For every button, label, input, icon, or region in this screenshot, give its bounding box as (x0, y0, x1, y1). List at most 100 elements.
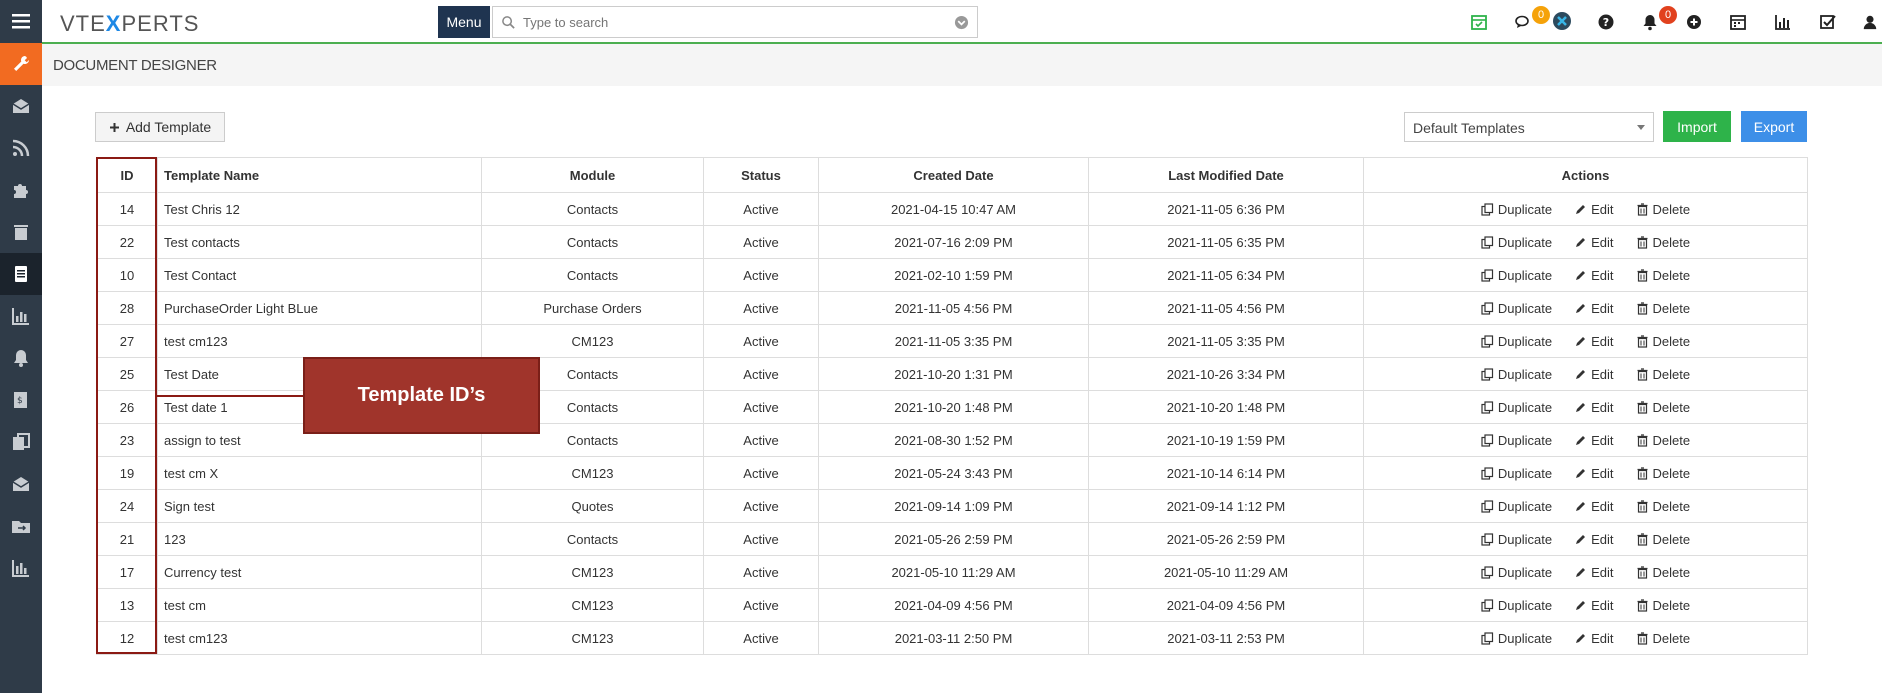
cell-template-name[interactable]: Test contacts (157, 225, 482, 259)
table-row[interactable]: 24 Sign test Quotes Active 2021-09-14 1:… (96, 489, 1808, 523)
cell-template-name[interactable]: test cm123 (157, 621, 482, 655)
table-row[interactable]: 14 Test Chris 12 Contacts Active 2021-04… (96, 192, 1808, 226)
chat-icon[interactable] (1513, 12, 1533, 32)
cell-template-name[interactable]: test cm123 (157, 324, 482, 358)
delete-action[interactable]: Delete (1636, 334, 1690, 349)
app-logo[interactable]: VTEXPERTS (60, 11, 199, 37)
duplicate-action[interactable]: Duplicate (1481, 301, 1552, 316)
duplicate-action[interactable]: Duplicate (1481, 466, 1552, 481)
table-row[interactable]: 19 test cm X CM123 Active 2021-05-24 3:4… (96, 456, 1808, 490)
mail-open-icon[interactable] (0, 85, 42, 127)
delete-action[interactable]: Delete (1636, 466, 1690, 481)
edit-action[interactable]: Edit (1574, 367, 1614, 382)
table-row[interactable]: 21 123 Contacts Active 2021-05-26 2:59 P… (96, 522, 1808, 556)
document-icon[interactable] (0, 253, 42, 295)
edit-action[interactable]: Edit (1574, 532, 1614, 547)
edit-action[interactable]: Edit (1574, 202, 1614, 217)
plus-circle-icon[interactable] (1684, 12, 1704, 32)
table-row[interactable]: 28 PurchaseOrder Light BLue Purchase Ord… (96, 291, 1808, 325)
header-status[interactable]: Status (703, 157, 819, 193)
duplicate-action[interactable]: Duplicate (1481, 235, 1552, 250)
edit-action[interactable]: Edit (1574, 235, 1614, 250)
table-row[interactable]: 12 test cm123 CM123 Active 2021-03-11 2:… (96, 621, 1808, 655)
delete-action[interactable]: Delete (1636, 235, 1690, 250)
template-filter-select[interactable]: Default Templates (1404, 112, 1654, 142)
table-row[interactable]: 22 Test contacts Contacts Active 2021-07… (96, 225, 1808, 259)
edit-action[interactable]: Edit (1574, 565, 1614, 580)
delete-action[interactable]: Delete (1636, 631, 1690, 646)
edit-action[interactable]: Edit (1574, 499, 1614, 514)
bell-icon[interactable] (0, 337, 42, 379)
duplicate-action[interactable]: Duplicate (1481, 499, 1552, 514)
help-icon[interactable]: ? (1596, 12, 1616, 32)
chevron-down-icon[interactable] (954, 15, 969, 30)
header-template-name[interactable]: Template Name (157, 157, 482, 193)
hamburger-menu-icon[interactable] (0, 0, 42, 42)
envelope-icon[interactable] (0, 463, 42, 505)
duplicate-action[interactable]: Duplicate (1481, 598, 1552, 613)
header-last-modified-date[interactable]: Last Modified Date (1088, 157, 1364, 193)
cell-template-name[interactable]: Sign test (157, 489, 482, 523)
delete-action[interactable]: Delete (1636, 301, 1690, 316)
add-template-button[interactable]: Add Template (95, 112, 225, 142)
duplicate-action[interactable]: Duplicate (1481, 532, 1552, 547)
table-row[interactable]: 10 Test Contact Contacts Active 2021-02-… (96, 258, 1808, 292)
vtexperts-x-icon[interactable] (1552, 11, 1572, 31)
delete-action[interactable]: Delete (1636, 367, 1690, 382)
table-row[interactable]: 17 Currency test CM123 Active 2021-05-10… (96, 555, 1808, 589)
puzzle-icon[interactable] (0, 169, 42, 211)
edit-action[interactable]: Edit (1574, 466, 1614, 481)
header-module[interactable]: Module (481, 157, 704, 193)
edit-action[interactable]: Edit (1574, 334, 1614, 349)
duplicate-action[interactable]: Duplicate (1481, 631, 1552, 646)
delete-action[interactable]: Delete (1636, 268, 1690, 283)
duplicate-action[interactable]: Duplicate (1481, 367, 1552, 382)
copy-icon[interactable] (0, 421, 42, 463)
import-button[interactable]: Import (1663, 111, 1731, 142)
delete-action[interactable]: Delete (1636, 565, 1690, 580)
edit-action[interactable]: Edit (1574, 433, 1614, 448)
edit-action[interactable]: Edit (1574, 631, 1614, 646)
task-checkbox-icon[interactable] (1818, 12, 1838, 32)
export-button[interactable]: Export (1741, 111, 1807, 142)
delete-action[interactable]: Delete (1636, 202, 1690, 217)
rss-icon[interactable] (0, 127, 42, 169)
duplicate-action[interactable]: Duplicate (1481, 268, 1552, 283)
cell-template-name[interactable]: Test Chris 12 (157, 192, 482, 226)
global-search[interactable] (492, 6, 978, 38)
table-row[interactable]: 27 test cm123 CM123 Active 2021-11-05 3:… (96, 324, 1808, 358)
notification-bell-icon[interactable] (1640, 12, 1660, 32)
edit-action[interactable]: Edit (1574, 301, 1614, 316)
edit-action[interactable]: Edit (1574, 400, 1614, 415)
edit-action[interactable]: Edit (1574, 598, 1614, 613)
calendar-check-icon[interactable] (1469, 12, 1489, 32)
invoice-icon[interactable]: $ (0, 379, 42, 421)
duplicate-action[interactable]: Duplicate (1481, 565, 1552, 580)
delete-action[interactable]: Delete (1636, 532, 1690, 547)
search-input[interactable] (523, 11, 943, 33)
user-icon[interactable] (1862, 12, 1878, 32)
header-id[interactable]: ID (96, 157, 158, 193)
calendar-icon[interactable] (1728, 12, 1748, 32)
duplicate-action[interactable]: Duplicate (1481, 400, 1552, 415)
trash-icon[interactable] (0, 211, 42, 253)
cell-template-name[interactable]: test cm (157, 588, 482, 622)
edit-action[interactable]: Edit (1574, 268, 1614, 283)
delete-action[interactable]: Delete (1636, 433, 1690, 448)
report-chart-icon[interactable] (0, 547, 42, 589)
cell-template-name[interactable]: Currency test (157, 555, 482, 589)
cell-template-name[interactable]: test cm X (157, 456, 482, 490)
menu-button[interactable]: Menu (438, 6, 490, 38)
cell-template-name[interactable]: Test Contact (157, 258, 482, 292)
duplicate-action[interactable]: Duplicate (1481, 202, 1552, 217)
cell-template-name[interactable]: PurchaseOrder Light BLue (157, 291, 482, 325)
delete-action[interactable]: Delete (1636, 598, 1690, 613)
wrench-icon[interactable] (0, 43, 42, 85)
duplicate-action[interactable]: Duplicate (1481, 334, 1552, 349)
delete-action[interactable]: Delete (1636, 499, 1690, 514)
bar-chart-icon[interactable] (0, 295, 42, 337)
duplicate-action[interactable]: Duplicate (1481, 433, 1552, 448)
reports-chart-icon[interactable] (1773, 12, 1793, 32)
table-row[interactable]: 13 test cm CM123 Active 2021-04-09 4:56 … (96, 588, 1808, 622)
delete-action[interactable]: Delete (1636, 400, 1690, 415)
